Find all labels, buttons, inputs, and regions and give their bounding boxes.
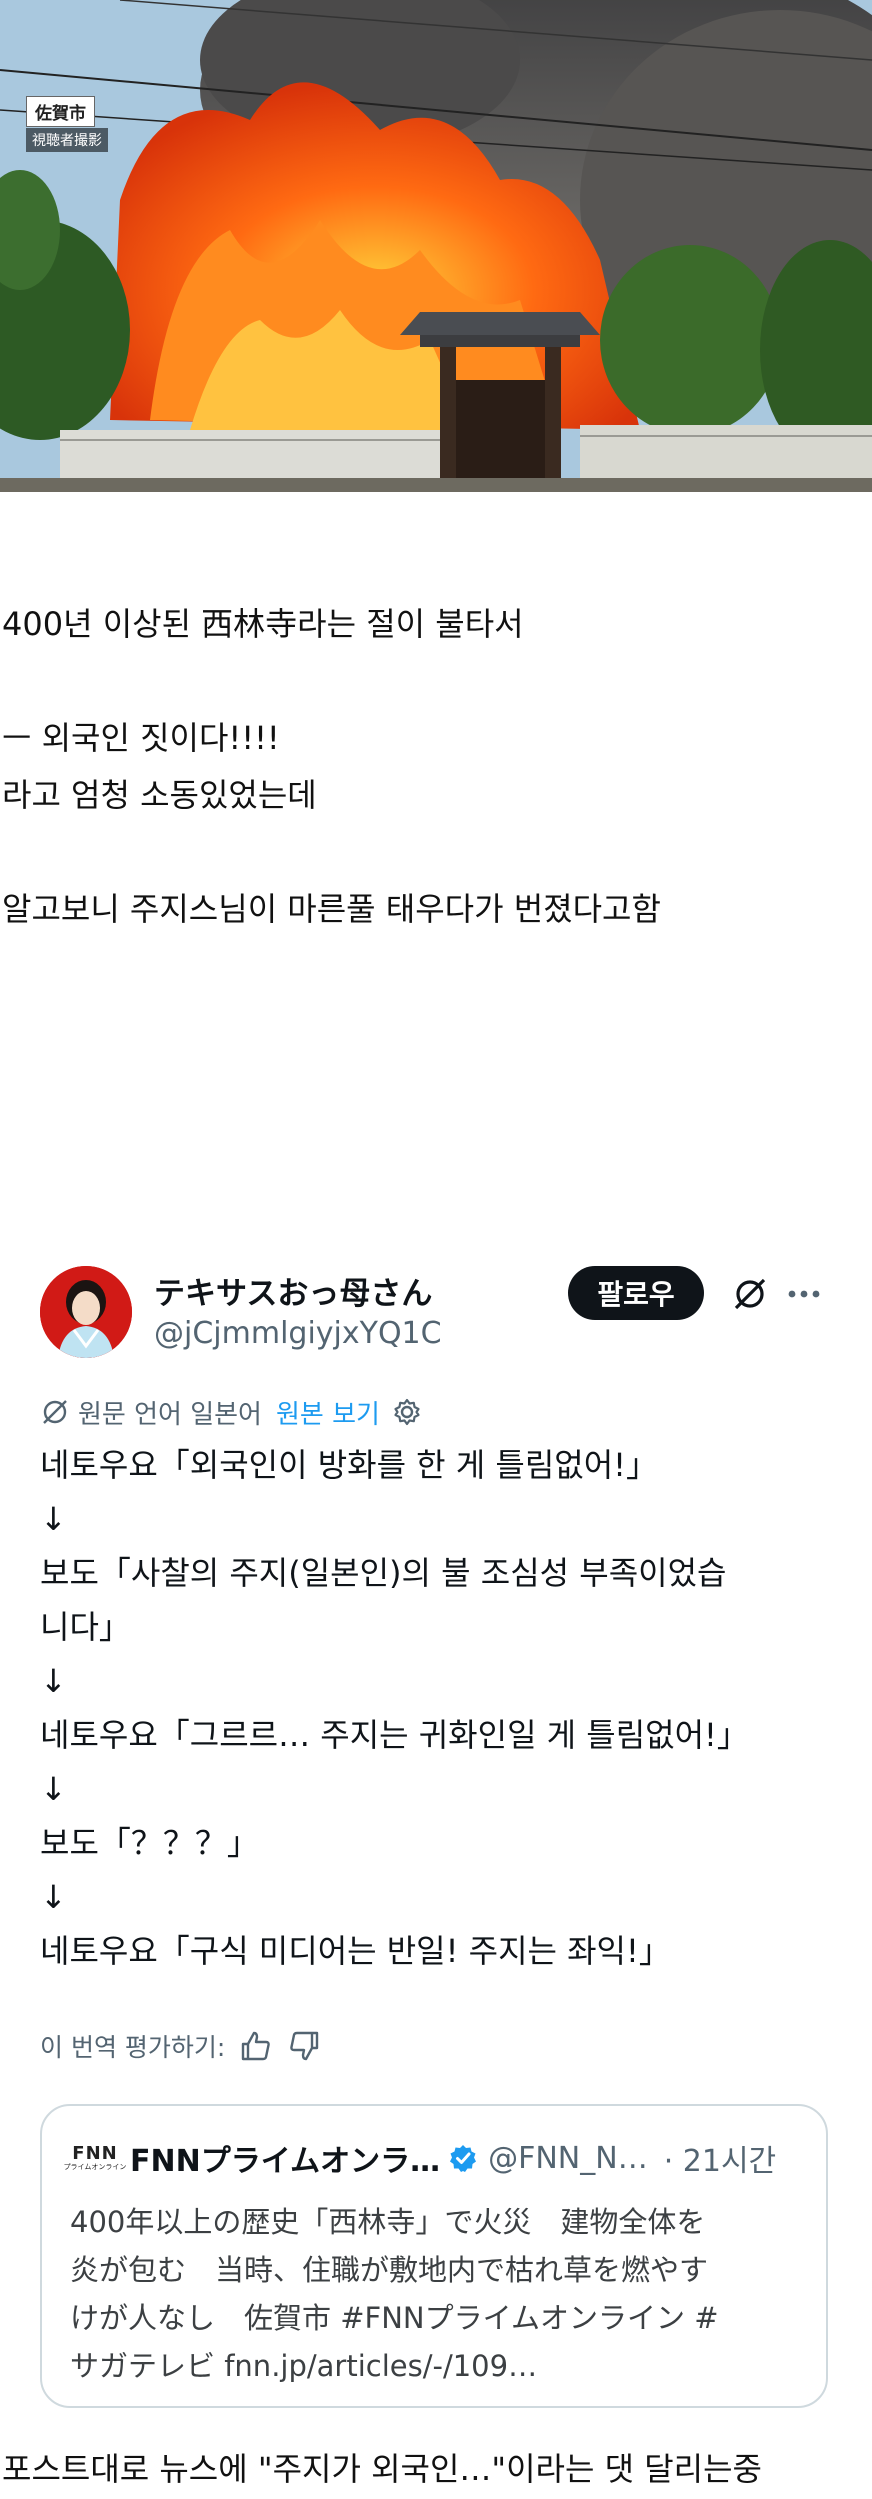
quoted-line: サガテレビ fnn.jp/articles/-/109… <box>70 2349 538 2383</box>
post-caption: 포스트대로 뉴스에 "주지가 외국인…"이라는 댓 달리는중 <box>2 2450 762 2488</box>
quoted-handle[interactable]: @FNN_N… <box>488 2141 648 2176</box>
tweet-line: 네토우요「그르르… 주지는 귀화인일 게 틀림없어!」 <box>40 1716 749 1754</box>
avatar[interactable] <box>40 1266 132 1358</box>
show-original-link[interactable]: 원본 보기 <box>276 1394 380 1431</box>
thumbs-up-icon[interactable] <box>239 2029 273 2063</box>
post-line <box>2 653 862 710</box>
user-handle[interactable]: @jCjmmlgiyjxYQ1C <box>154 1316 442 1351</box>
quoted-tweet-text: 400年以上の歴史「西林寺」で火災 建物全体を 炎が包む 当時、住職が敷地内で枯… <box>70 2198 810 2390</box>
tweet-line: ↓ <box>40 1770 67 1808</box>
temple-fire-illustration <box>0 0 872 492</box>
quoted-display-name[interactable]: FNNプライムオンラ… <box>130 2136 440 2180</box>
quoted-tweet-header: FNN プライムオンライン FNNプライムオンラ… @FNN_N… · 21시간 <box>63 2136 777 2180</box>
translated-from-label: 원문 언어 일본어 <box>78 1399 262 1430</box>
tweet-line: ↓ <box>40 1878 67 1916</box>
post-line <box>2 824 862 881</box>
quoted-line: けが人なし 佐賀市 #FNNプライムオンライン # <box>70 2301 719 2335</box>
tweet-line: 네토우요「외국인이 방화를 한 게 틀림없어!」 <box>40 1446 658 1484</box>
tweet-line: ↓ <box>40 1500 67 1538</box>
translation-notice: 원문 언어 일본어 원본 보기 <box>40 1392 422 1432</box>
post-line: 400년 이상된 西林寺라는 절이 불타서 <box>2 605 524 643</box>
quoted-timestamp[interactable]: · 21시간 <box>664 2136 776 2180</box>
post-line: 라고 엄청 소동있었는데 <box>2 776 317 814</box>
post-line: 알고보니 주지스님이 마른풀 태우다가 번졌다고함 <box>2 890 661 928</box>
tweet-line: 니다」 <box>40 1608 131 1646</box>
tweet-line: ↓ <box>40 1662 67 1700</box>
quoted-tweet-card[interactable]: FNN プライムオンライン FNNプライムオンラ… @FNN_N… · 21시간… <box>40 2104 828 2408</box>
grok-icon[interactable] <box>730 1274 770 1318</box>
tweet-line: 네토우요「구식 미디어는 반일! 주지는 좌익!」 <box>40 1932 671 1970</box>
verified-badge-icon <box>448 2143 478 2173</box>
gear-icon[interactable] <box>392 1397 422 1427</box>
tweet-text: 네토우요「외국인이 방화를 한 게 틀림없어!」 ↓ 보도「사찰의 주지(일본인… <box>40 1438 840 1978</box>
fnn-logo: FNN プライムオンライン <box>63 2142 127 2171</box>
tweet-line: 보도「사찰의 주지(일본인)의 불 조심성 부족이었습 <box>40 1554 727 1592</box>
quoted-line: 炎が包む 当時、住職が敷地内で枯れ草を燃やす <box>70 2253 709 2287</box>
more-icon[interactable] <box>784 1274 824 1318</box>
thumbs-down-icon[interactable] <box>287 2029 321 2063</box>
location-tag: 佐賀市 <box>26 96 95 127</box>
post-body: 400년 이상된 西林寺라는 절이 불타서 ㅡ 외국인 짓이다!!!! 라고 엄… <box>2 596 862 938</box>
translate-icon <box>40 1397 70 1427</box>
quoted-line: 400年以上の歴史「西林寺」で火災 建物全体を <box>70 2205 706 2239</box>
viewer-credit-tag: 視聴者撮影 <box>26 128 108 152</box>
rate-translation-row: 이 번역 평가하기: <box>40 2024 321 2068</box>
tweet-line: 보도「？？？」 <box>40 1824 259 1862</box>
news-photo: 佐賀市 視聴者撮影 <box>0 0 872 492</box>
rate-translation-label: 이 번역 평가하기: <box>40 2033 226 2062</box>
post-line: ㅡ 외국인 짓이다!!!! <box>2 719 280 757</box>
display-name[interactable]: テキサスおっ母さん <box>154 1268 432 1313</box>
follow-button[interactable]: 팔로우 <box>568 1266 704 1320</box>
